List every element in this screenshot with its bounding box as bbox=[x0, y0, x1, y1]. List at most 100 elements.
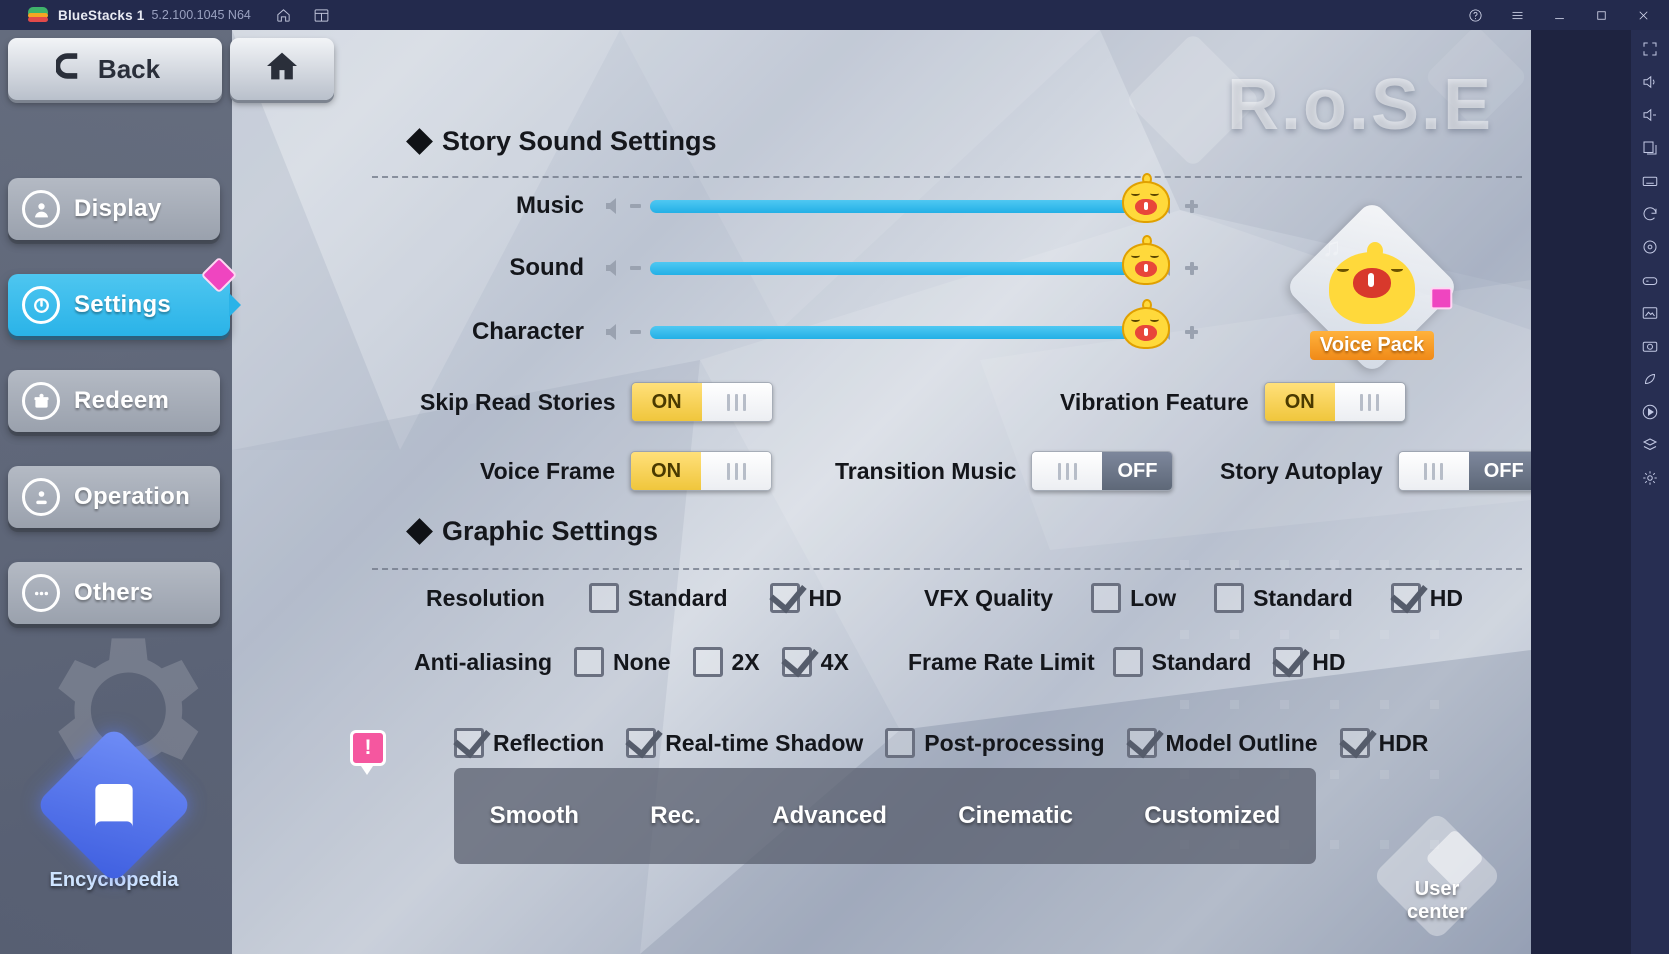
checkbox-label: Model Outline bbox=[1165, 729, 1318, 756]
volume-up-icon[interactable] bbox=[1639, 71, 1661, 93]
sidebar-item-redeem[interactable]: Redeem bbox=[8, 370, 220, 432]
multi-instance-icon[interactable] bbox=[313, 6, 331, 24]
maximize-icon[interactable] bbox=[1581, 0, 1621, 30]
bluestacks-side-toolbar bbox=[1631, 30, 1669, 954]
toggle-transition-music[interactable]: Transition Music OFF bbox=[835, 451, 1174, 491]
user-center-line2: center bbox=[1406, 901, 1468, 923]
volume-down-icon[interactable] bbox=[598, 256, 644, 280]
slider-handle[interactable] bbox=[1118, 234, 1174, 291]
row-label: Frame Rate Limit bbox=[908, 648, 1095, 675]
toggle-switch[interactable]: OFF bbox=[1397, 451, 1531, 491]
volume-down-icon[interactable] bbox=[598, 194, 644, 218]
option-row-frame-rate-limit: Frame Rate Limit Standard HD bbox=[908, 647, 1346, 677]
sidebar-item-display[interactable]: Display bbox=[8, 178, 220, 240]
home-button[interactable] bbox=[230, 38, 334, 100]
slider-track[interactable] bbox=[650, 234, 1170, 285]
checkbox-model-outline[interactable]: Model Outline bbox=[1126, 728, 1318, 758]
toggle-story-autoplay[interactable]: Story Autoplay OFF bbox=[1220, 451, 1531, 491]
slider-handle[interactable] bbox=[1118, 298, 1174, 355]
checkbox-aa-none[interactable]: None bbox=[574, 647, 671, 677]
checkbox-aa-4x[interactable]: 4X bbox=[781, 647, 849, 677]
checkbox-resolution-standard[interactable]: Standard bbox=[588, 583, 728, 613]
layers-icon[interactable] bbox=[1639, 434, 1661, 456]
slider-music[interactable]: Music bbox=[424, 172, 1198, 223]
toggle-off-segment: OFF bbox=[1102, 452, 1173, 490]
toggle-handle bbox=[1334, 383, 1405, 421]
volume-down-icon[interactable] bbox=[598, 320, 644, 344]
settings-icon[interactable] bbox=[1639, 467, 1661, 489]
copy-icon[interactable] bbox=[1639, 137, 1661, 159]
checkbox-hdr[interactable]: HDR bbox=[1339, 728, 1428, 758]
user-center-button[interactable]: User center bbox=[1367, 805, 1507, 942]
voice-pack-button[interactable]: Voice Pack bbox=[1284, 199, 1460, 375]
toggle-voice-frame[interactable]: Voice Frame ON bbox=[480, 451, 773, 491]
minimize-icon[interactable] bbox=[1539, 0, 1579, 30]
help-icon[interactable] bbox=[1455, 0, 1495, 30]
checkbox-box bbox=[626, 728, 657, 758]
preset-rec[interactable]: Rec. bbox=[650, 802, 701, 830]
controls-icon[interactable] bbox=[1639, 269, 1661, 291]
sidebar-nav: Display Settings Redeem Operation Others bbox=[8, 178, 241, 658]
home-icon[interactable] bbox=[275, 6, 293, 24]
checkbox-post-processing[interactable]: Post-processing bbox=[885, 728, 1105, 758]
toggle-off-segment: OFF bbox=[1468, 452, 1531, 490]
fullscreen-icon[interactable] bbox=[1639, 38, 1661, 60]
checkbox-label: Standard bbox=[1253, 584, 1353, 611]
back-button[interactable]: Back bbox=[8, 38, 222, 100]
checkbox-vfx-low[interactable]: Low bbox=[1091, 583, 1176, 613]
slider-sound[interactable]: Sound bbox=[424, 234, 1198, 285]
encyclopedia-button[interactable]: Encyclopedia bbox=[34, 725, 194, 892]
checkbox-reflection[interactable]: Reflection bbox=[454, 728, 604, 758]
checkbox-vfx-standard[interactable]: Standard bbox=[1214, 583, 1353, 613]
toggle-switch[interactable]: ON bbox=[1263, 382, 1406, 422]
sidebar-item-settings[interactable]: Settings bbox=[8, 256, 241, 336]
bluestacks-window: BlueStacks 1 5.2.100.1045 N64 Back Displ… bbox=[0, 0, 1669, 954]
keyboard-icon[interactable] bbox=[1639, 170, 1661, 192]
checkbox-box bbox=[1126, 728, 1157, 758]
slider-character[interactable]: Character bbox=[424, 298, 1198, 349]
checkbox-vfx-hd[interactable]: HD bbox=[1390, 583, 1463, 613]
checkbox-frl-standard[interactable]: Standard bbox=[1112, 647, 1251, 677]
toggle-vibration-feature[interactable]: Vibration Feature ON bbox=[1060, 382, 1406, 422]
checkbox-label: Reflection bbox=[493, 729, 605, 756]
slider-handle[interactable] bbox=[1118, 172, 1174, 229]
checkbox-box bbox=[781, 647, 812, 677]
preset-smooth[interactable]: Smooth bbox=[490, 802, 579, 830]
toggle-switch[interactable]: ON bbox=[630, 451, 773, 491]
row-label: Resolution bbox=[426, 584, 545, 611]
toggle-skip-read-stories[interactable]: Skip Read Stories ON bbox=[420, 382, 773, 422]
location-icon[interactable] bbox=[1639, 236, 1661, 258]
checkbox-aa-2x[interactable]: 2X bbox=[692, 647, 760, 677]
preset-customized[interactable]: Customized bbox=[1144, 802, 1280, 830]
back-button-label: Back bbox=[97, 53, 161, 84]
sidebar-item-operation[interactable]: Operation bbox=[8, 466, 220, 528]
macro-icon[interactable] bbox=[1639, 401, 1661, 423]
checkbox-box bbox=[574, 647, 605, 677]
checkbox-resolution-hd[interactable]: HD bbox=[769, 583, 842, 613]
checkbox-label: HD bbox=[808, 584, 842, 611]
voice-pack-label: Voice Pack bbox=[1310, 331, 1434, 360]
checkbox-real-time-shadow[interactable]: Real-time Shadow bbox=[626, 728, 863, 758]
rotate-icon[interactable] bbox=[1639, 203, 1661, 225]
preset-advanced[interactable]: Advanced bbox=[772, 802, 887, 830]
option-row-features: Reflection Real-time Shadow Post-process… bbox=[454, 728, 1428, 758]
checkbox-label: Real-time Shadow bbox=[665, 729, 864, 756]
checkbox-frl-hd[interactable]: HD bbox=[1273, 647, 1346, 677]
toggle-switch[interactable]: ON bbox=[630, 382, 773, 422]
checkbox-box bbox=[1273, 647, 1304, 677]
gallery-icon[interactable] bbox=[1639, 302, 1661, 324]
slider-track[interactable] bbox=[650, 298, 1170, 349]
slider-track[interactable] bbox=[650, 172, 1170, 223]
close-icon[interactable] bbox=[1623, 0, 1663, 30]
camera-icon[interactable] bbox=[1639, 335, 1661, 357]
volume-down-icon[interactable] bbox=[1639, 104, 1661, 126]
toggle-switch[interactable]: OFF bbox=[1031, 451, 1174, 491]
power-circle-icon bbox=[22, 286, 60, 324]
user-center-line1: User bbox=[1414, 878, 1460, 900]
menu-icon[interactable] bbox=[1497, 0, 1537, 30]
slider-label: Music bbox=[515, 192, 584, 219]
preset-alert-badge[interactable]: ! bbox=[350, 730, 386, 775]
preset-cinematic[interactable]: Cinematic bbox=[958, 802, 1073, 830]
game-viewport: Back Display Settings Redeem Operation O… bbox=[0, 30, 1531, 954]
eco-mode-icon[interactable] bbox=[1639, 368, 1661, 390]
